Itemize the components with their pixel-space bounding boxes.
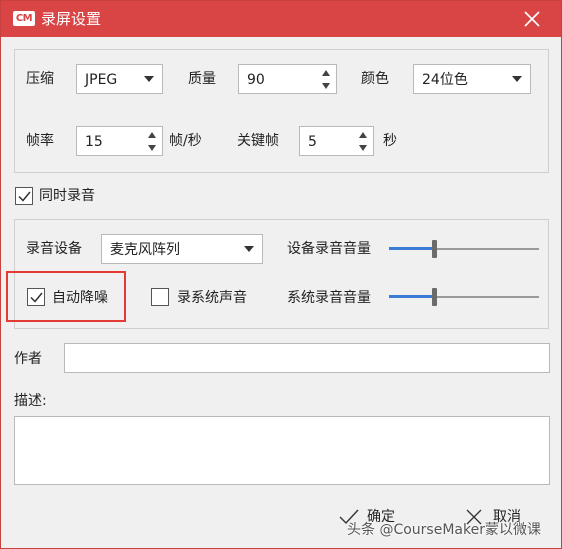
spin-down-icon[interactable] [359, 145, 367, 151]
framerate-unit: 帧/秒 [169, 133, 202, 149]
quality-value: 90 [247, 72, 265, 88]
title-bar: CM 录屏设置 [1, 1, 561, 37]
checkmark-icon [18, 191, 31, 202]
framerate-spinbox[interactable]: 15 [76, 126, 163, 156]
spin-up-icon[interactable] [359, 132, 367, 138]
system-audio-checkbox[interactable] [151, 288, 169, 306]
watermark-text: 头条 @CourseMaker蒙以微课 [347, 522, 541, 538]
device-select[interactable]: 麦克风阵列 [101, 234, 263, 264]
app-logo: CM [13, 11, 35, 26]
device-volume-slider[interactable] [389, 240, 539, 258]
record-settings-dialog: CM 录屏设置 压缩 JPEG 质量 90 颜色 24位色 帧率 15 帧/秒 … [0, 0, 562, 549]
slider-fill [389, 295, 434, 298]
chevron-down-icon [512, 76, 522, 82]
device-volume-label: 设备录音音量 [287, 241, 371, 257]
spin-down-icon[interactable] [148, 145, 156, 151]
desc-textarea[interactable] [14, 416, 550, 485]
compress-select-value: JPEG [85, 72, 118, 88]
compress-label: 压缩 [26, 71, 54, 87]
color-select-value: 24位色 [422, 72, 468, 88]
system-volume-slider[interactable] [389, 288, 539, 306]
spin-up-icon[interactable] [322, 70, 330, 76]
close-icon [524, 11, 540, 27]
compress-select[interactable]: JPEG [76, 64, 163, 94]
keyframe-value: 5 [308, 134, 317, 150]
keyframe-label: 关键帧 [237, 133, 279, 149]
keyframe-unit: 秒 [383, 133, 397, 149]
author-field[interactable] [64, 343, 550, 373]
system-audio-label[interactable]: 录系统声音 [177, 288, 247, 308]
framerate-label: 帧率 [26, 133, 54, 149]
dialog-title: 录屏设置 [41, 10, 102, 28]
system-volume-label: 系统录音音量 [287, 290, 371, 306]
desc-label: 描述: [14, 393, 47, 409]
device-select-value: 麦克风阵列 [110, 242, 180, 258]
device-label: 录音设备 [26, 241, 82, 257]
slider-thumb[interactable] [432, 240, 437, 258]
keyframe-spinbox[interactable]: 5 [299, 126, 374, 156]
slider-fill [389, 247, 434, 250]
author-label: 作者 [14, 351, 42, 367]
quality-label: 质量 [188, 71, 216, 87]
denoise-highlight-box [6, 271, 126, 322]
color-label: 颜色 [361, 71, 389, 87]
record-audio-checkbox[interactable] [15, 187, 33, 205]
record-audio-label[interactable]: 同时录音 [39, 186, 95, 206]
spin-up-icon[interactable] [148, 132, 156, 138]
color-select[interactable]: 24位色 [413, 64, 531, 94]
quality-spinbox[interactable]: 90 [238, 64, 337, 94]
slider-thumb[interactable] [432, 288, 437, 306]
framerate-value: 15 [85, 134, 103, 150]
close-button[interactable] [515, 4, 549, 34]
spin-down-icon[interactable] [322, 83, 330, 89]
chevron-down-icon [144, 76, 154, 82]
chevron-down-icon [244, 246, 254, 252]
